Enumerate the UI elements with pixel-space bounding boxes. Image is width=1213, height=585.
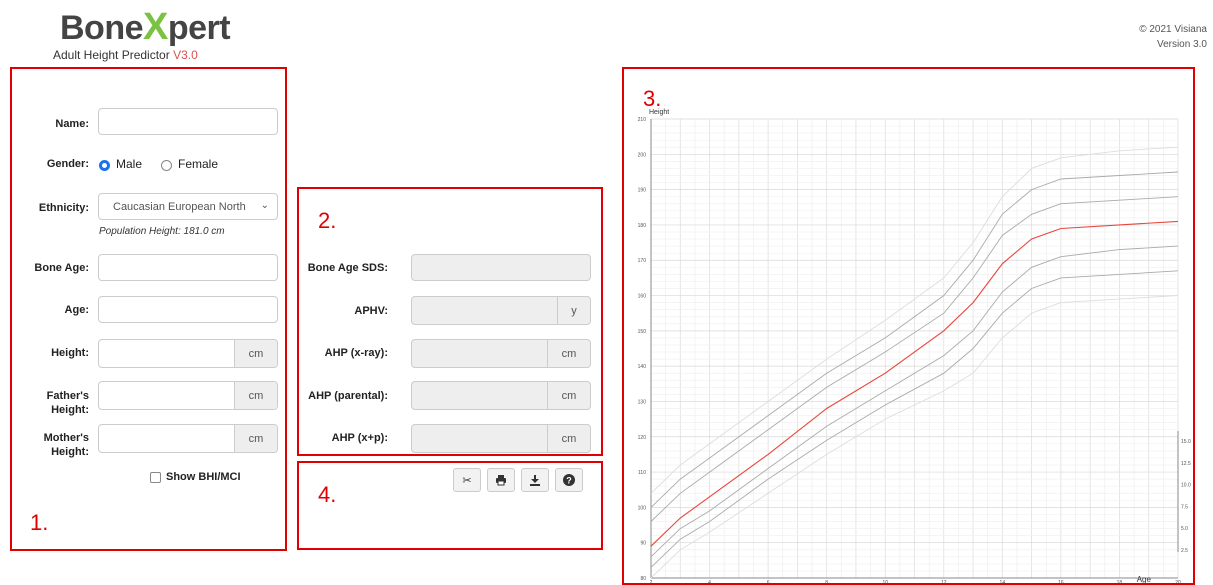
y-tick-label: 210: [638, 117, 647, 123]
ahp-parental-unit: cm: [547, 382, 590, 409]
y-tick-label: 160: [638, 294, 647, 300]
scissors-button[interactable]: ✂: [453, 468, 481, 492]
secondary-y-tick-label: 10.0: [1181, 483, 1191, 489]
male-radio-label: Male: [116, 157, 143, 171]
aphv-output: y: [411, 296, 591, 325]
bone-age-sds-output: [411, 254, 591, 281]
y-tick-label: 190: [638, 188, 647, 194]
name-field[interactable]: [98, 108, 278, 135]
mother-height-unit: cm: [234, 425, 277, 452]
bone-age-label: Bone Age:: [34, 262, 89, 274]
female-radio[interactable]: [161, 160, 172, 171]
x-tick-label: 20: [1175, 580, 1181, 583]
marker-4: 4.: [318, 482, 337, 507]
ethnicity-value: Caucasian European North: [113, 200, 246, 213]
mother-height-field[interactable]: cm: [98, 424, 278, 453]
help-button[interactable]: ?: [555, 468, 583, 492]
y-tick-label: 170: [638, 258, 647, 264]
marker-1: 1.: [30, 510, 49, 535]
height-label: Height:: [51, 347, 89, 359]
x-tick-label: 14: [1000, 580, 1006, 583]
x-tick-label: 6: [767, 580, 770, 583]
y-tick-label: 120: [638, 435, 647, 441]
ahp-parental-label: AHP (parental):: [308, 390, 388, 402]
help-icon: ?: [563, 474, 575, 486]
secondary-y-tick-label: 7.5: [1181, 504, 1188, 510]
aphv-unit: y: [557, 297, 590, 324]
y-tick-label: 110: [638, 470, 646, 476]
male-radio[interactable]: [99, 160, 110, 171]
height-input[interactable]: [99, 340, 237, 367]
svg-text:?: ?: [566, 476, 572, 486]
x-tick-label: 16: [1058, 580, 1064, 583]
height-unit: cm: [234, 340, 277, 367]
download-button[interactable]: [521, 468, 549, 492]
x-tick-label: 12: [941, 580, 947, 583]
x-axis-label: Age: [1137, 575, 1152, 583]
y-axis-label: Height: [649, 109, 669, 116]
secondary-y-tick-label: 15.0: [1181, 439, 1191, 445]
ethnicity-label: Ethnicity:: [38, 202, 89, 214]
chevron-down-icon: ⌄: [260, 200, 269, 211]
bone-age-field[interactable]: [98, 254, 278, 281]
gender-label: Gender:: [46, 158, 89, 170]
secondary-y-tick-label: 5.0: [1181, 526, 1188, 532]
x-tick-label: 2: [650, 580, 653, 583]
y-tick-label: 100: [638, 505, 647, 511]
show-bhi-checkbox[interactable]: [150, 472, 161, 483]
y-tick-label: 180: [638, 223, 647, 229]
ahp-xray-output: cm: [411, 339, 591, 368]
copyright-info: © 2021 Visiana Version 3.0: [1139, 24, 1207, 50]
ahp-parental-output: cm: [411, 381, 591, 410]
female-radio-label: Female: [178, 157, 219, 171]
age-input[interactable]: [99, 297, 277, 322]
y-tick-label: 90: [640, 541, 646, 547]
mother-height-input[interactable]: [99, 425, 237, 452]
ethnicity-select[interactable]: Caucasian European North ⌄: [98, 193, 278, 220]
age-label: Age:: [64, 304, 89, 316]
show-bhi-label: Show BHI/MCI: [166, 471, 241, 483]
y-tick-label: 130: [638, 399, 647, 405]
ahp-xp-unit: cm: [547, 425, 590, 452]
name-input[interactable]: [99, 109, 277, 134]
bonexpert-logo: BoneXpert: [60, 6, 231, 48]
marker-2: 2.: [318, 208, 337, 233]
father-height-input[interactable]: [99, 382, 237, 409]
y-tick-label: 200: [638, 152, 647, 158]
print-icon: [496, 475, 506, 486]
ahp-xp-output: cm: [411, 424, 591, 453]
ahp-xray-unit: cm: [547, 340, 590, 367]
y-tick-label: 80: [640, 576, 646, 582]
father-height-field[interactable]: cm: [98, 381, 278, 410]
app-subtitle: Adult Height Predictor V3.0: [53, 48, 198, 62]
x-tick-label: 10: [882, 580, 888, 583]
age-field[interactable]: [98, 296, 278, 323]
ahp-xray-label: AHP (x-ray):: [324, 347, 388, 359]
father-height-unit: cm: [234, 382, 277, 409]
y-tick-label: 150: [638, 329, 647, 335]
aphv-label: APHV:: [354, 305, 388, 317]
name-label: Name:: [55, 118, 89, 130]
bone-age-sds-label: Bone Age SDS:: [307, 262, 388, 274]
scissors-icon: ✂: [462, 474, 472, 487]
x-tick-label: 18: [1117, 580, 1123, 583]
height-field[interactable]: cm: [98, 339, 278, 368]
download-icon: [530, 475, 540, 486]
bone-age-input[interactable]: [99, 255, 277, 280]
secondary-y-tick-label: 12.5: [1181, 461, 1191, 467]
growth-chart: 8090100110120130140150160170180190200210…: [638, 109, 1191, 583]
father-height-label: Father's Height:: [46, 390, 89, 416]
ahp-xp-label: AHP (x+p):: [331, 432, 388, 444]
x-tick-label: 4: [708, 580, 711, 583]
x-tick-label: 8: [825, 580, 828, 583]
print-button[interactable]: [487, 468, 515, 492]
population-height: Population Height: 181.0 cm: [99, 226, 225, 237]
mother-height-label: Mother's Height:: [43, 432, 89, 458]
secondary-y-tick-label: 2.5: [1181, 548, 1188, 554]
y-tick-label: 140: [638, 364, 647, 370]
